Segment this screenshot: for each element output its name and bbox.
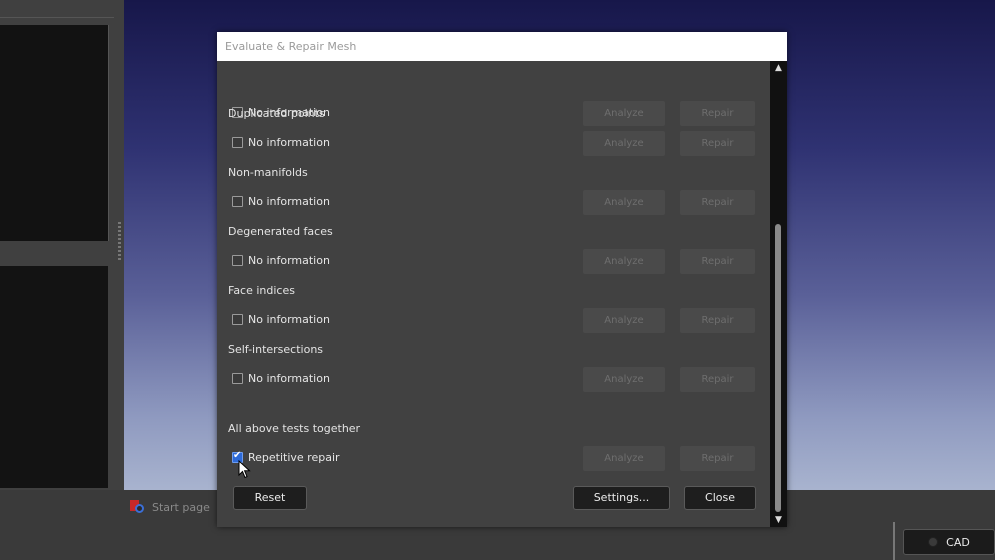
start-page-icon xyxy=(130,500,144,514)
dialog-title: Evaluate & Repair Mesh xyxy=(217,32,787,61)
property-view[interactable] xyxy=(0,266,108,488)
repair-button[interactable]: Repair xyxy=(680,308,755,333)
section-label-degenerated-faces: Degenerated faces xyxy=(228,225,333,238)
status-divider xyxy=(893,522,895,560)
navigation-style-icon xyxy=(928,537,939,547)
section-label-duplicated-points: Duplicated points xyxy=(228,107,325,120)
workbench-selector-button[interactable]: CAD xyxy=(903,529,995,555)
check-label: No information xyxy=(248,313,330,326)
check-row[interactable]: No information xyxy=(232,195,330,208)
analyze-button[interactable]: Analyze xyxy=(583,101,665,126)
analyze-all-button[interactable]: Analyze xyxy=(583,446,665,471)
section-label-all-tests: All above tests together xyxy=(228,422,361,435)
repair-button[interactable]: Repair xyxy=(680,101,755,126)
checkbox[interactable] xyxy=(232,255,243,266)
evaluate-repair-mesh-dialog: Evaluate & Repair Mesh No information An… xyxy=(217,32,787,527)
splitter-handle[interactable] xyxy=(118,222,121,262)
check-label: No information xyxy=(248,136,330,149)
checkbox[interactable] xyxy=(232,373,243,384)
repair-button[interactable]: Repair xyxy=(680,190,755,215)
panel-divider xyxy=(0,17,114,18)
repair-button[interactable]: Repair xyxy=(680,131,755,156)
check-row[interactable]: No information xyxy=(232,372,330,385)
scroll-up-icon[interactable]: ▲ xyxy=(773,63,784,73)
checkbox[interactable] xyxy=(232,314,243,325)
analyze-button[interactable]: Analyze xyxy=(583,308,665,333)
scroll-down-icon[interactable]: ▼ xyxy=(773,515,784,525)
model-tree[interactable] xyxy=(0,25,109,241)
checkbox[interactable] xyxy=(232,196,243,207)
check-label: No information xyxy=(248,195,330,208)
reset-button[interactable]: Reset xyxy=(233,486,307,510)
check-row[interactable]: No information xyxy=(232,254,330,267)
dialog-body: No information Analyze Repair Duplicated… xyxy=(217,61,770,527)
section-label-face-indices: Face indices xyxy=(228,284,295,297)
repair-all-button[interactable]: Repair xyxy=(680,446,755,471)
check-label: No information xyxy=(248,254,330,267)
repair-button[interactable]: Repair xyxy=(680,367,755,392)
section-label-self-intersections: Self-intersections xyxy=(228,343,324,356)
analyze-button[interactable]: Analyze xyxy=(583,190,665,215)
start-page-label: Start page xyxy=(152,500,210,514)
check-row[interactable]: No information xyxy=(232,313,330,326)
settings-button[interactable]: Settings... xyxy=(573,486,670,510)
mouse-cursor-icon xyxy=(238,460,251,479)
checkbox[interactable] xyxy=(232,137,243,148)
workbench-label: CAD xyxy=(946,535,970,549)
analyze-button[interactable]: Analyze xyxy=(583,131,665,156)
check-label: Repetitive repair xyxy=(248,451,340,464)
scroll-thumb[interactable] xyxy=(775,224,781,512)
section-label-non-manifolds: Non-manifolds xyxy=(228,166,308,179)
analyze-button[interactable]: Analyze xyxy=(583,249,665,274)
start-page-tab[interactable]: Start page xyxy=(130,500,210,514)
dialog-scrollbar[interactable]: ▲ ▼ xyxy=(770,61,787,527)
analyze-button[interactable]: Analyze xyxy=(583,367,665,392)
check-label: No information xyxy=(248,372,330,385)
close-button[interactable]: Close xyxy=(684,486,756,510)
repair-button[interactable]: Repair xyxy=(680,249,755,274)
check-row[interactable]: No information xyxy=(232,136,330,149)
